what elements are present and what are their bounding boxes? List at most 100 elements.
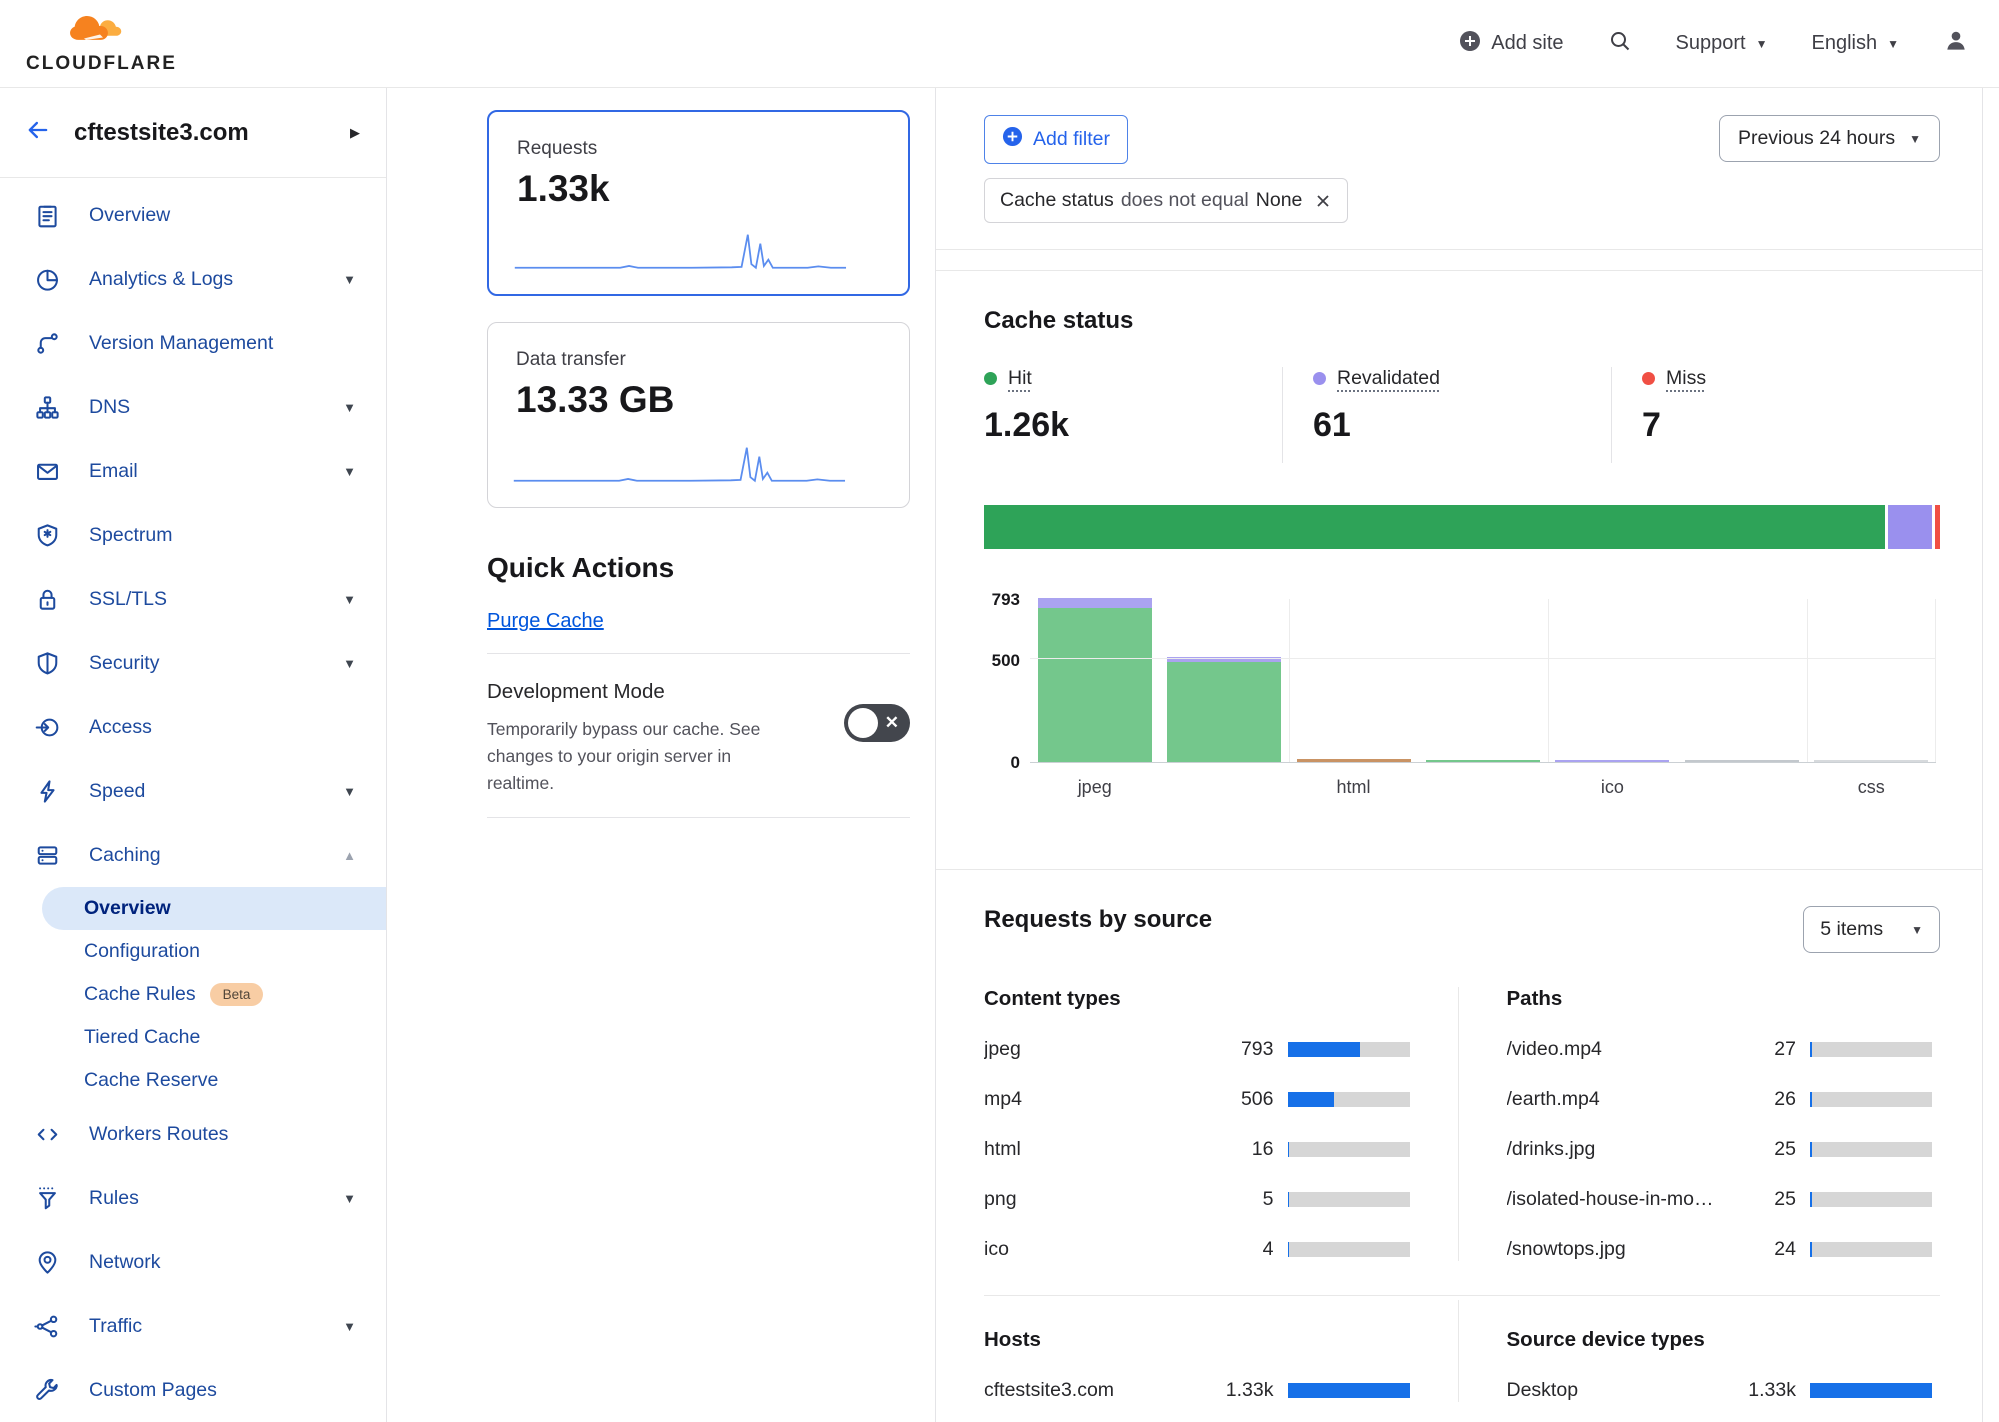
back-arrow-icon[interactable]: [24, 116, 52, 149]
data-transfer-metric-card[interactable]: Data transfer 13.33 GB: [487, 322, 910, 508]
x-tick-empty: [1418, 777, 1547, 798]
development-mode-description: Temporarily bypass our cache. See change…: [487, 716, 787, 797]
remove-filter-icon[interactable]: [1314, 192, 1332, 210]
items-count-dropdown[interactable]: 5 items ▼: [1803, 906, 1940, 953]
hit-label[interactable]: Hit: [1008, 367, 1032, 390]
source-columns: Content types jpeg793mp4506html16png5ico…: [984, 987, 1940, 1261]
miss-dot-icon: [1642, 372, 1655, 385]
sidebar-item-network[interactable]: Network: [0, 1230, 386, 1294]
bar-segment: [1297, 759, 1411, 762]
support-menu[interactable]: Support ▼: [1676, 32, 1768, 55]
sidebar-subitem-cache-reserve[interactable]: Cache Reserve: [0, 1059, 386, 1102]
bar-html: [1297, 759, 1411, 762]
progress-bar: [1810, 1042, 1932, 1057]
purge-cache-link[interactable]: Purge Cache: [487, 610, 604, 633]
source-row-png: png5: [984, 1188, 1410, 1211]
progress-bar: [1810, 1142, 1932, 1157]
requests-metric-card[interactable]: Requests 1.33k: [487, 110, 910, 296]
sidebar-item-email[interactable]: Email▼: [0, 439, 386, 503]
funnel-icon: [34, 1185, 61, 1212]
hosts-table: cftestsite3.com1.33k: [984, 1379, 1410, 1402]
progress-bar: [1288, 1192, 1410, 1207]
sidebar-subitem-overview[interactable]: Overview: [42, 887, 386, 930]
x-tick-css: css: [1807, 777, 1936, 798]
source-row-video-mp4: /video.mp427: [1507, 1038, 1933, 1061]
sidebar-item-traffic[interactable]: Traffic▼: [0, 1294, 386, 1358]
chevron-down-icon: ▼: [343, 272, 356, 287]
stat-revalidated: Revalidated 61: [1282, 367, 1611, 463]
sidebar-subitem-cache-rules[interactable]: Cache RulesBeta: [0, 973, 386, 1016]
sidebar-item-caching[interactable]: Caching▲: [0, 823, 386, 887]
bar-slot: [1807, 599, 1936, 762]
sidebar-subitem-configuration[interactable]: Configuration: [0, 930, 386, 973]
x-tick-empty: [1677, 777, 1806, 798]
filter-chip[interactable]: Cache status does not equal None: [984, 178, 1348, 223]
search-icon: [1608, 29, 1632, 59]
sidebar-item-version-management[interactable]: Version Management: [0, 311, 386, 375]
y-tick-793: 793: [984, 590, 1020, 610]
access-icon: [34, 714, 61, 741]
server-stack-icon: [34, 842, 61, 869]
progress-bar: [1810, 1242, 1932, 1257]
lock-icon: [34, 586, 61, 613]
sidebar: cftestsite3.com ▶ OverviewAnalytics & Lo…: [0, 88, 387, 1422]
language-menu[interactable]: English ▼: [1812, 32, 1900, 55]
sidebar-item-workers-routes[interactable]: Workers Routes: [0, 1102, 386, 1166]
bar-segment: [1814, 760, 1928, 762]
paths-title: Paths: [1507, 987, 1933, 1011]
sidebar-item-access[interactable]: Access: [0, 695, 386, 759]
sidebar-item-security[interactable]: Security▼: [0, 631, 386, 695]
envelope-icon: [34, 458, 61, 485]
content-types-column: Content types jpeg793mp4506html16png5ico…: [984, 987, 1458, 1261]
map-pin-icon: [34, 1249, 61, 1276]
sidebar-item-custom-pages[interactable]: Custom Pages: [0, 1358, 386, 1422]
data-transfer-sparkline: [512, 437, 847, 487]
sidebar-item-spectrum[interactable]: Spectrum: [0, 503, 386, 567]
source-row-mp4: mp4506: [984, 1088, 1410, 1111]
sidebar-item-analytics-logs[interactable]: Analytics & Logs▼: [0, 247, 386, 311]
x-tick-html: html: [1289, 777, 1418, 798]
chevron-right-icon[interactable]: ▶: [350, 125, 360, 141]
sidebar-item-dns[interactable]: DNS▼: [0, 375, 386, 439]
chevron-down-icon: ▼: [343, 1191, 356, 1206]
bar-slot: [1418, 599, 1547, 762]
chevron-down-icon: ▼: [343, 592, 356, 607]
cloudflare-logo[interactable]: CLOUDFLARE: [26, 14, 177, 73]
progress-bar: [1810, 1092, 1932, 1107]
stacked-segment-revalidated: [1888, 505, 1932, 549]
search-button[interactable]: [1608, 29, 1632, 59]
plus-circle-icon: [1459, 30, 1481, 58]
gridline: [1030, 658, 1936, 659]
x-tick-empty: [1159, 777, 1288, 798]
source-row-snowtops-jpg: /snowtops.jpg24: [1507, 1238, 1933, 1261]
shield-spectrum-icon: [34, 522, 61, 549]
bar-segment: [1167, 662, 1281, 762]
sidebar-subitem-tiered-cache[interactable]: Tiered Cache: [0, 1016, 386, 1059]
stacked-segment-hit: [984, 505, 1885, 549]
development-mode-toggle[interactable]: ✕: [844, 704, 910, 742]
stat-hit: Hit 1.26k: [984, 367, 1282, 463]
bar-unlabeled: [1167, 657, 1281, 762]
add-filter-button[interactable]: Add filter: [984, 115, 1128, 164]
sidebar-item-rules[interactable]: Rules▼: [0, 1166, 386, 1230]
analytics-panel: Add filter Cache status does not equal N…: [935, 88, 1983, 1422]
chevron-down-icon: ▼: [343, 400, 356, 415]
miss-label[interactable]: Miss: [1666, 367, 1706, 390]
revalidated-label[interactable]: Revalidated: [1337, 367, 1440, 390]
sidebar-item-ssl-tls[interactable]: SSL/TLS▼: [0, 567, 386, 631]
sidebar-item-speed[interactable]: Speed▼: [0, 759, 386, 823]
cloudflare-wordmark: CLOUDFLARE: [26, 54, 177, 73]
revalidated-value: 61: [1313, 406, 1611, 463]
gridline: [1548, 599, 1549, 762]
sidebar-item-overview[interactable]: Overview: [0, 183, 386, 247]
requests-by-source-panel: Requests by source 5 items ▼ Content typ…: [936, 869, 1982, 1402]
chevron-down-icon: ▼: [1911, 923, 1923, 937]
time-range-dropdown[interactable]: Previous 24 hours ▼: [1719, 115, 1940, 162]
bar-css: [1814, 760, 1928, 762]
source-columns-2: Hosts cftestsite3.com1.33k Source device…: [984, 1296, 1940, 1402]
account-menu[interactable]: [1943, 28, 1969, 60]
gridline: [1807, 599, 1808, 762]
middle-panel: Requests 1.33k Data transfer 13.33 GB Qu…: [387, 88, 935, 1422]
add-site-button[interactable]: Add site: [1459, 30, 1563, 58]
site-switcher[interactable]: cftestsite3.com ▶: [0, 88, 386, 178]
